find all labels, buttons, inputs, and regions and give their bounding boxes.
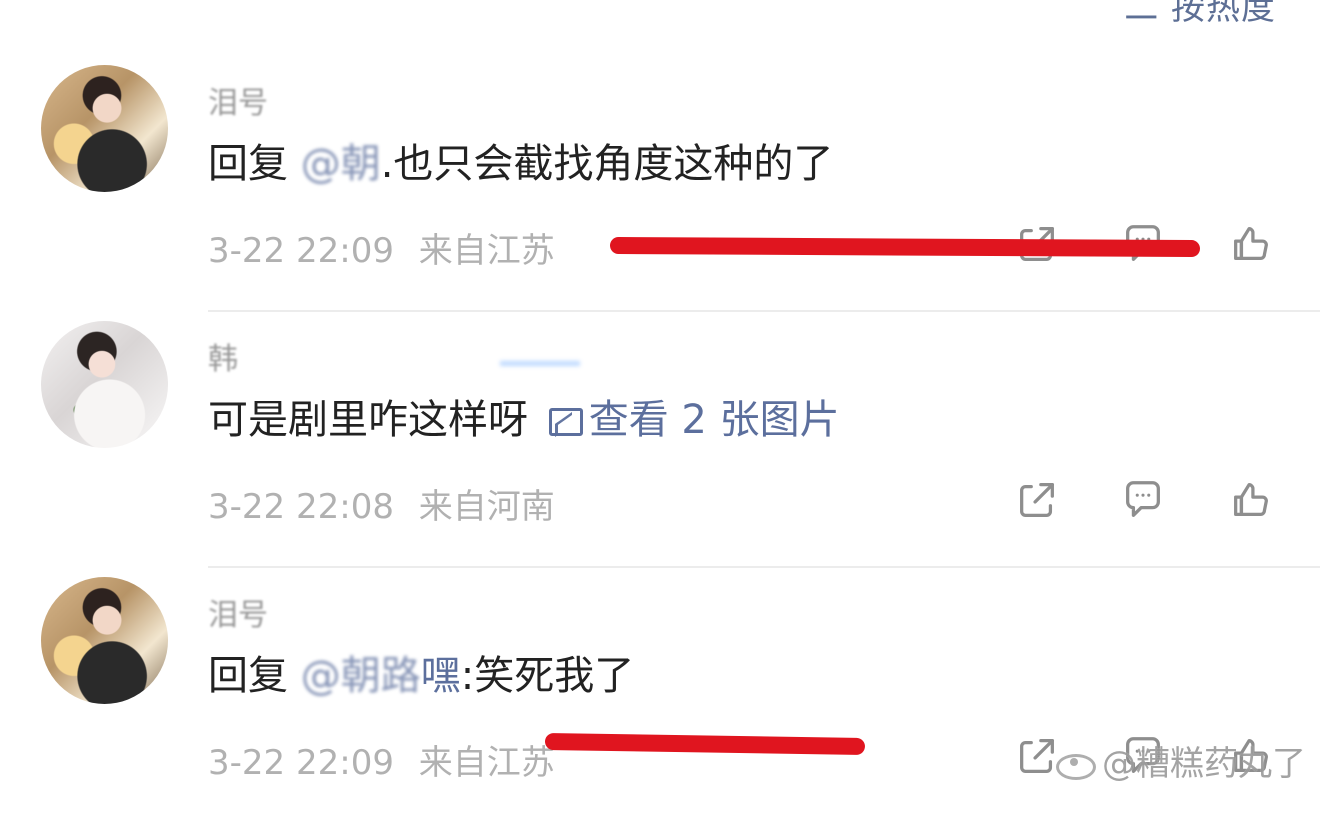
comment-actions (1014, 473, 1276, 521)
reply-prefix: 回复 (208, 653, 301, 699)
comment-location: 来自江苏 (418, 743, 555, 783)
avatar[interactable] (41, 577, 168, 704)
comment-location: 来自江苏 (418, 231, 555, 271)
mention-link[interactable]: @朝路 (301, 653, 421, 699)
view-images-label: 查看 2 张图片 (588, 397, 840, 443)
comment-meta: 3-22 22:08 来自河南 (208, 479, 555, 528)
comment-location: 来自河南 (418, 487, 555, 527)
comment-item: 泪号 回复 @朝路嘿:笑死我了 3-22 22:09 来自江苏 (0, 568, 1320, 824)
comment-icon[interactable] (1120, 477, 1166, 523)
comment-date: 3-22 22:09 (208, 231, 394, 271)
comment-text: 可是剧里咋这样呀 查看 2 张图片 (208, 396, 840, 444)
comment-meta: 3-22 22:09 来自江苏 (208, 735, 555, 784)
blurred-name-fragment (500, 361, 580, 366)
username[interactable]: 泪号 (208, 590, 268, 634)
watermark-text: @糟糕药丸了 (1102, 744, 1306, 784)
comment-item: 泪号 回复 @朝.也只会截找角度这种的了 3-22 22:09 来自江苏 (0, 56, 1320, 312)
comment-body: .也只会截找角度这种的了 (380, 141, 834, 187)
username[interactable]: 韩 (208, 334, 238, 378)
mention-link[interactable]: @朝 (301, 141, 381, 187)
comment-meta: 3-22 22:09 来自江苏 (208, 223, 555, 272)
comment-date: 3-22 22:09 (208, 743, 394, 783)
mention-tail[interactable]: 嘿 (421, 653, 461, 699)
comment-date: 3-22 22:08 (208, 487, 394, 527)
avatar[interactable] (41, 65, 168, 192)
comment-text: 回复 @朝路嘿:笑死我了 (208, 652, 634, 700)
thumbs-up-icon[interactable] (1228, 221, 1274, 267)
comment-text: 回复 @朝.也只会截找角度这种的了 (208, 140, 833, 188)
avatar[interactable] (41, 321, 168, 448)
image-icon (548, 408, 583, 436)
comment-body: :笑死我了 (460, 653, 635, 699)
view-images-link[interactable]: 查看 2 张图片 (548, 397, 840, 443)
annotation-underline (609, 237, 1201, 258)
username[interactable]: 泪号 (208, 78, 268, 122)
thumbs-up-icon[interactable] (1228, 477, 1274, 523)
sort-toggle[interactable]: 二 按热度 (1124, 0, 1276, 29)
comment-item: 韩 可是剧里咋这样呀 查看 2 张图片 3-22 22:08 来自河南 (0, 312, 1320, 568)
weibo-logo-icon (1054, 748, 1096, 780)
watermark: @糟糕药丸了 (1054, 736, 1306, 785)
reply-prefix: 回复 (208, 141, 301, 187)
comment-body: 可是剧里咋这样呀 (208, 397, 528, 443)
share-icon[interactable] (1014, 477, 1060, 523)
